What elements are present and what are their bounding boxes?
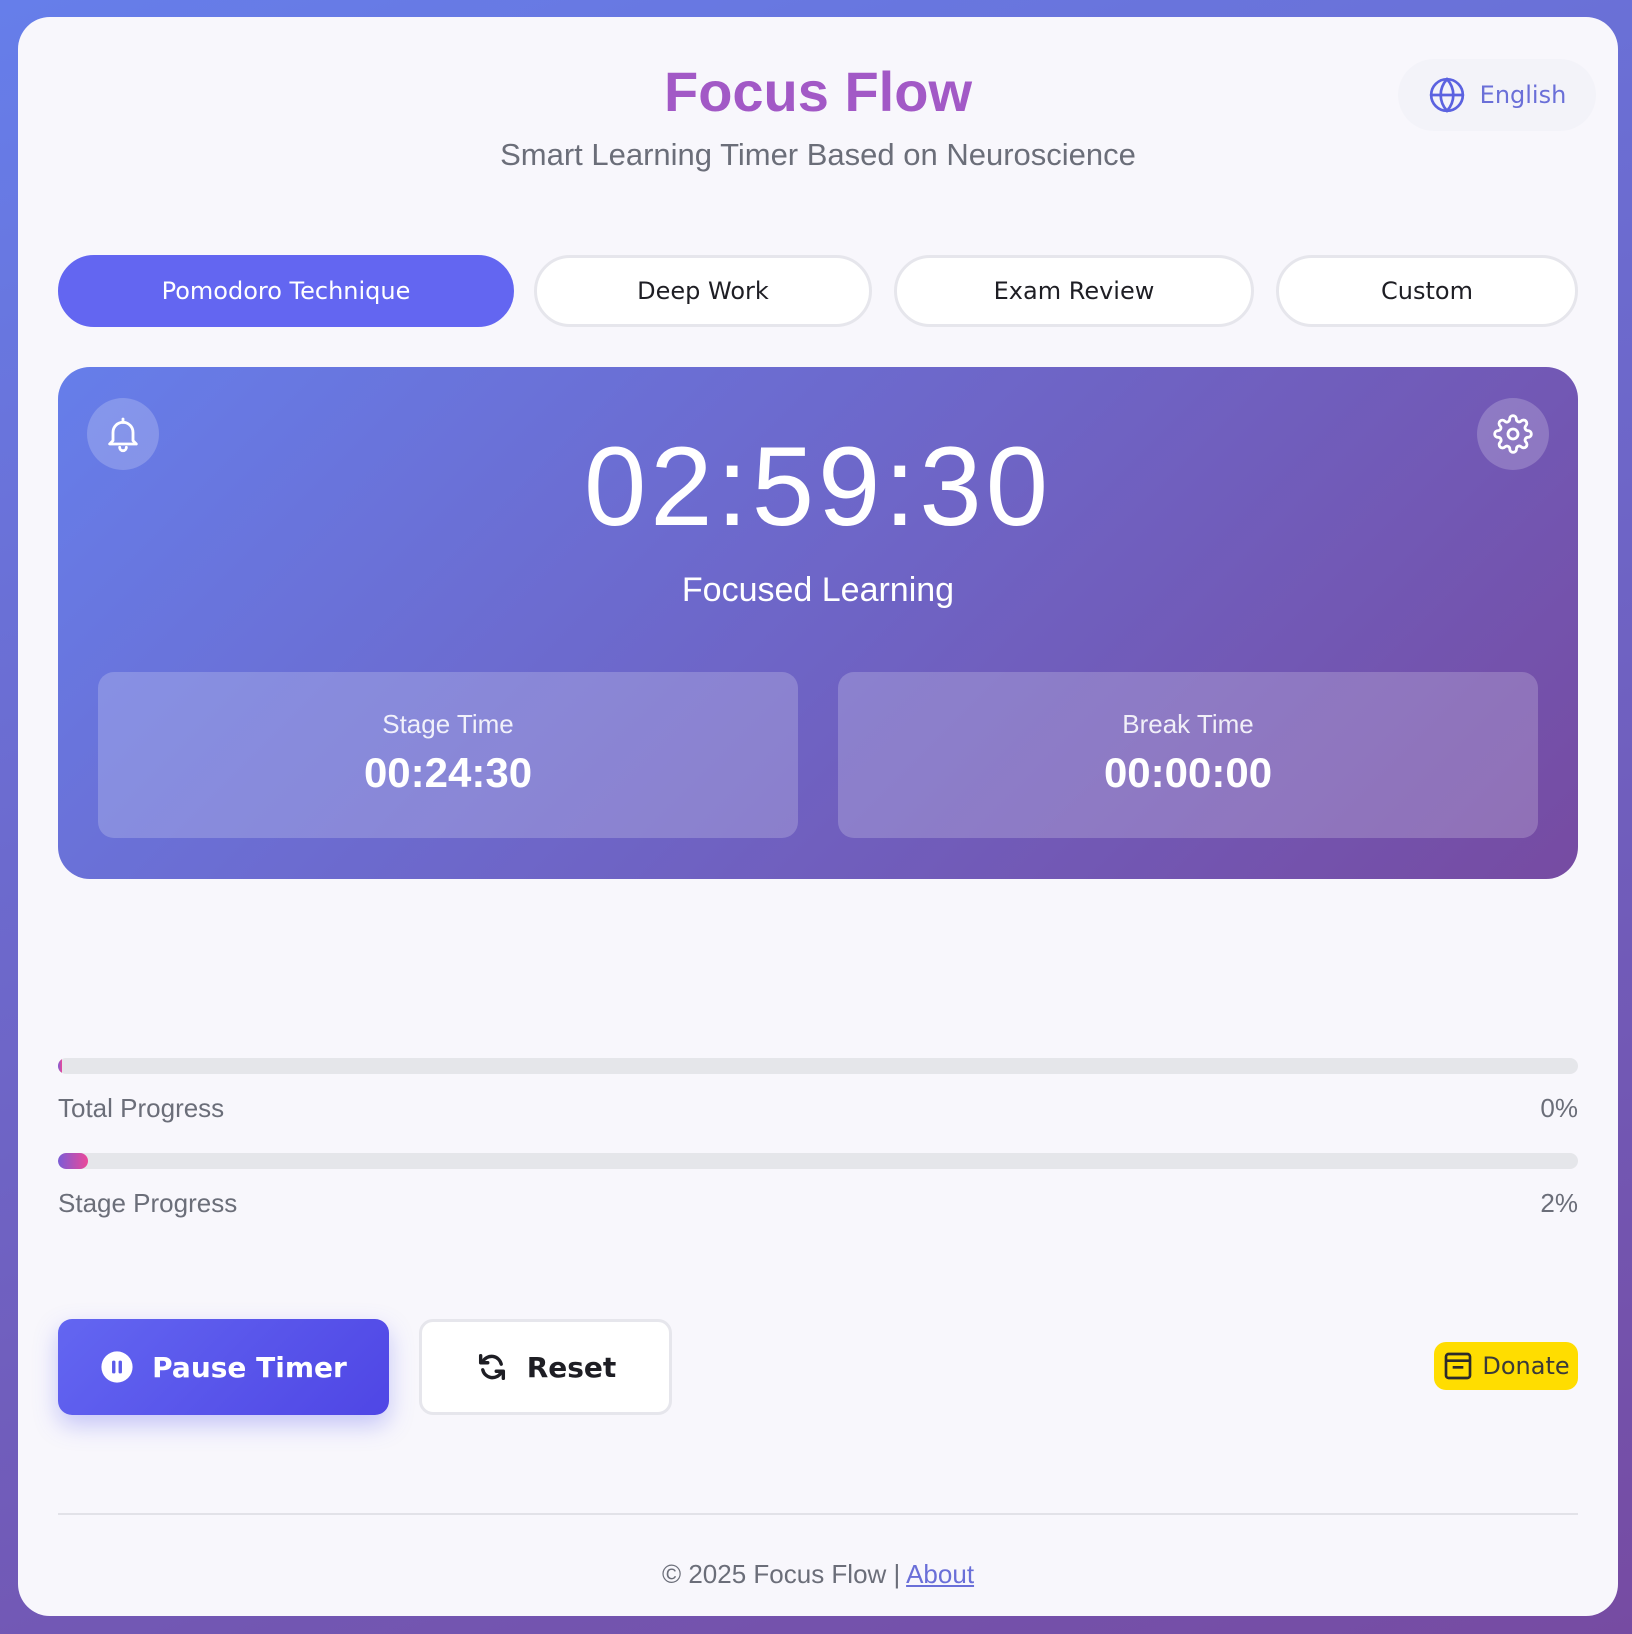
stage-progress-fill — [58, 1153, 89, 1169]
total-progress-fill — [58, 1058, 62, 1074]
footer-divider — [58, 1513, 1578, 1515]
timer-panel: 02:59:30 Focused Learning Stage Time 00:… — [58, 367, 1578, 879]
main-clock: 02:59:30 — [584, 424, 1052, 549]
stage-progress-track — [58, 1153, 1578, 1169]
break-time-label: Break Time — [1122, 709, 1254, 739]
stage-progress-percent: 2% — [1540, 1188, 1578, 1218]
break-time-box: Break Time 00:00:00 — [838, 672, 1538, 838]
tab-pomodoro-technique[interactable]: Pomodoro Technique — [58, 255, 514, 327]
stage-progress-label: Stage Progress — [58, 1188, 238, 1218]
reset-button[interactable]: Reset — [419, 1319, 672, 1415]
total-progress-label: Total Progress — [58, 1093, 225, 1123]
stage-time-label: Stage Time — [382, 709, 514, 739]
total-progress-percent: 0% — [1540, 1093, 1578, 1123]
tab-deep-work[interactable]: Deep Work — [534, 255, 872, 327]
refresh-icon — [475, 1350, 509, 1384]
pause-timer-label: Pause Timer — [152, 1350, 347, 1384]
coffee-cup-icon — [1442, 1350, 1474, 1382]
break-time-value: 00:00:00 — [1103, 749, 1273, 796]
pause-icon — [100, 1350, 134, 1384]
stage-time-value: 00:24:30 — [363, 749, 533, 796]
app-card: English Focus Flow Smart Learning Timer … — [18, 17, 1618, 1616]
mode-status-label: Focused Learning — [681, 571, 955, 609]
pause-timer-button[interactable]: Pause Timer — [58, 1319, 389, 1415]
total-progress-track — [58, 1058, 1578, 1074]
donate-button[interactable]: Donate — [1434, 1342, 1578, 1390]
about-link[interactable]: About — [906, 1559, 974, 1589]
app-title: Focus Flow — [664, 60, 972, 123]
footer-copyright: © 2025 Focus Flow | — [661, 1559, 907, 1589]
reset-label: Reset — [526, 1350, 617, 1384]
mode-tabs: Pomodoro Technique Deep Work Exam Review… — [58, 255, 1578, 327]
app-subtitle: Smart Learning Timer Based on Neuroscien… — [500, 137, 1136, 172]
tab-custom[interactable]: Custom — [1276, 255, 1578, 327]
stage-time-box: Stage Time 00:24:30 — [98, 672, 798, 838]
footer: © 2025 Focus Flow | About — [18, 1559, 1618, 1590]
tab-exam-review[interactable]: Exam Review — [894, 255, 1254, 327]
donate-label: Donate — [1482, 1352, 1570, 1380]
